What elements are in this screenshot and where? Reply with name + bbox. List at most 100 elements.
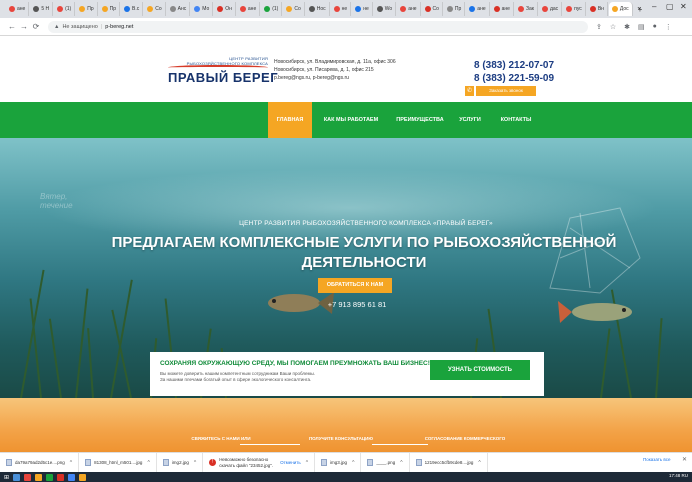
download-item[interactable]: ____.png ^ — [361, 452, 410, 473]
browser-tab[interactable]: ане — [6, 2, 30, 16]
browser-tab[interactable]: Wo — [374, 2, 397, 16]
chevron-up-icon[interactable]: ^ — [194, 460, 196, 466]
browser-tab[interactable]: ане — [466, 2, 490, 16]
taskbar-app-icon[interactable] — [57, 473, 65, 481]
card-title: СОХРАНЯЯ ОКРУЖАЮЩУЮ СРЕДУ, МЫ ПОМОГАЕМ П… — [160, 360, 430, 367]
tab-favicon-icon — [101, 6, 108, 12]
browser-tab[interactable]: ане — [237, 2, 261, 16]
nav-services[interactable]: УСЛУГИ — [452, 102, 488, 138]
browser-tab[interactable]: дас — [539, 2, 563, 16]
extensions-icon[interactable]: ✱ — [624, 23, 630, 31]
browser-tab[interactable]: пус — [563, 2, 586, 16]
callback-button[interactable]: Заказать звонок — [476, 86, 536, 96]
system-tray-clock: 17:48 RU — [668, 473, 688, 478]
nav-contacts[interactable]: КОНТАКТЫ — [492, 102, 540, 138]
windows-start-icon[interactable]: ⊞ — [4, 474, 9, 481]
close-window-button[interactable]: ✕ — [680, 2, 687, 11]
cancel-download-button[interactable]: Отменить — [280, 460, 301, 465]
share-icon[interactable]: ⇪ — [596, 23, 602, 31]
address-block: Новосибирск, ул. Владимировская, д. 11а,… — [274, 59, 396, 81]
browser-tab[interactable]: Пр — [99, 2, 120, 16]
browser-tab[interactable]: ане — [397, 2, 421, 16]
info-card: СОХРАНЯЯ ОКРУЖАЮЩУЮ СРЕДУ, МЫ ПОМОГАЕМ П… — [150, 352, 544, 396]
phone-handset-icon[interactable]: ✆ — [465, 86, 474, 96]
browser-tab[interactable]: Вн — [587, 2, 608, 16]
browser-tab[interactable]: (1) — [261, 2, 283, 16]
browser-tab[interactable]: ане — [491, 2, 514, 16]
hero-watermark: Вятер, течение — [40, 192, 73, 210]
download-item[interactable]: 1219ecc5cfb9cde8....jpg ^ — [410, 452, 488, 473]
download-warning-item[interactable]: ! Невозможно безопасно скачать файл "2345… — [203, 452, 316, 473]
tab-favicon-icon — [541, 6, 548, 12]
browser-tab[interactable]: не — [352, 2, 373, 16]
nav-how-we-work[interactable]: КАК МЫ РАБОТАЕМ — [318, 102, 384, 138]
taskbar-app-icon[interactable] — [68, 473, 76, 481]
tab-search-icon[interactable]: ⌄ — [636, 2, 643, 11]
browser-tab[interactable]: Мо — [191, 2, 214, 16]
download-item[interactable]: img3.jpg ^ — [315, 452, 362, 473]
menu-icon[interactable]: ⋮ — [665, 23, 672, 31]
download-item[interactable]: img2.jpg ^ — [157, 452, 204, 473]
star-icon[interactable]: ☆ — [610, 23, 616, 31]
tab-favicon-icon — [147, 6, 154, 12]
browser-tab[interactable]: Анс — [167, 2, 191, 16]
hero-phone[interactable]: +7 913 895 61 81 — [312, 300, 402, 309]
back-arrow-icon[interactable]: ← — [6, 22, 18, 31]
browser-tab[interactable]: не — [331, 2, 352, 16]
tab-favicon-icon — [333, 6, 340, 12]
main-nav: ГЛАВНАЯ КАК МЫ РАБОТАЕМ ПРЕИМУЩЕСТВА УСЛ… — [0, 102, 692, 138]
tab-favicon-icon — [517, 6, 524, 12]
nav-advantages[interactable]: ПРЕИМУЩЕСТВА — [390, 102, 450, 138]
chevron-up-icon[interactable]: ^ — [478, 460, 480, 466]
chevron-up-icon[interactable]: ^ — [352, 460, 354, 466]
phone-2[interactable]: 8 (383) 221-59-09 — [474, 73, 554, 84]
taskbar-app-icon[interactable] — [46, 473, 54, 481]
get-price-button[interactable]: УЗНАТЬ СТОИМОСТЬ — [430, 360, 530, 380]
reload-icon[interactable]: ⟳ — [30, 22, 42, 31]
browser-tab[interactable]: (1) — [54, 2, 76, 16]
tab-favicon-icon — [194, 6, 201, 12]
tab-favicon-icon — [123, 6, 130, 12]
chevron-up-icon[interactable]: ^ — [306, 460, 308, 466]
browser-tab[interactable]: Зак — [515, 2, 538, 16]
download-item[interactable]: 81308_html_m501....jpg ^ — [79, 452, 157, 473]
minimize-button[interactable]: – — [652, 2, 656, 11]
browser-tab[interactable]: Дос — [608, 2, 633, 16]
browser-tab[interactable]: Пр — [76, 2, 98, 16]
forward-arrow-icon[interactable]: → — [18, 22, 30, 31]
chevron-up-icon[interactable]: ^ — [70, 460, 72, 466]
taskbar-app-icon[interactable] — [13, 473, 21, 481]
taskbar-app-icon[interactable] — [79, 473, 87, 481]
tab-favicon-icon — [33, 6, 40, 12]
taskbar-app-icon[interactable] — [24, 473, 32, 481]
browser-tab[interactable]: Со — [144, 2, 166, 16]
logo-tagline: ЦЕНТР РАЗВИТИЯ РЫБОХОЗЯЙСТВЕННОГО КОМПЛЕ… — [186, 56, 268, 66]
address-bar[interactable]: ▲ Не защищено | p-bereg.net — [48, 20, 588, 33]
profile-icon[interactable]: ● — [653, 23, 657, 30]
close-download-bar-icon[interactable]: ✕ — [682, 456, 687, 463]
sidebar-icon[interactable]: ▤ — [638, 23, 645, 31]
logo-name[interactable]: ПРАВЫЙ БЕРЕГ — [168, 70, 278, 85]
chevron-up-icon[interactable]: ^ — [147, 460, 149, 466]
nav-home[interactable]: ГЛАВНАЯ — [268, 102, 312, 138]
browser-tab-strip: ане 5 Н (1) Пр Пр В.с Со Анс Мо Он ане (1) Со Нос не не… — [0, 0, 692, 18]
security-label: Не защищено — [62, 23, 98, 30]
taskbar-app-icon[interactable] — [35, 473, 43, 481]
contact-us-button[interactable]: ОБРАТИТЬСЯ К НАМ — [318, 278, 392, 293]
os-taskbar: ⊞ — [0, 472, 692, 482]
chevron-up-icon[interactable]: ^ — [400, 460, 402, 466]
browser-tab[interactable]: Нос — [306, 2, 330, 16]
tab-favicon-icon — [493, 6, 500, 12]
browser-tab[interactable]: Он — [214, 2, 236, 16]
browser-tab[interactable]: В.с — [121, 2, 144, 16]
maximize-button[interactable]: ▢ — [666, 2, 674, 11]
browser-tab[interactable]: Пр — [444, 2, 466, 16]
download-item[interactable]: da79a79ad2d5c1e....png ^ — [0, 452, 80, 473]
warning-triangle-icon: ▲ — [54, 23, 60, 30]
phone-1[interactable]: 8 (383) 212-07-07 — [474, 60, 554, 71]
browser-tab[interactable]: Со — [283, 2, 305, 16]
show-all-downloads-link[interactable]: Показать все — [643, 457, 670, 462]
browser-tab[interactable]: 5 Н — [30, 2, 54, 16]
tab-favicon-icon — [9, 6, 15, 12]
browser-tab[interactable]: Со — [422, 2, 443, 16]
